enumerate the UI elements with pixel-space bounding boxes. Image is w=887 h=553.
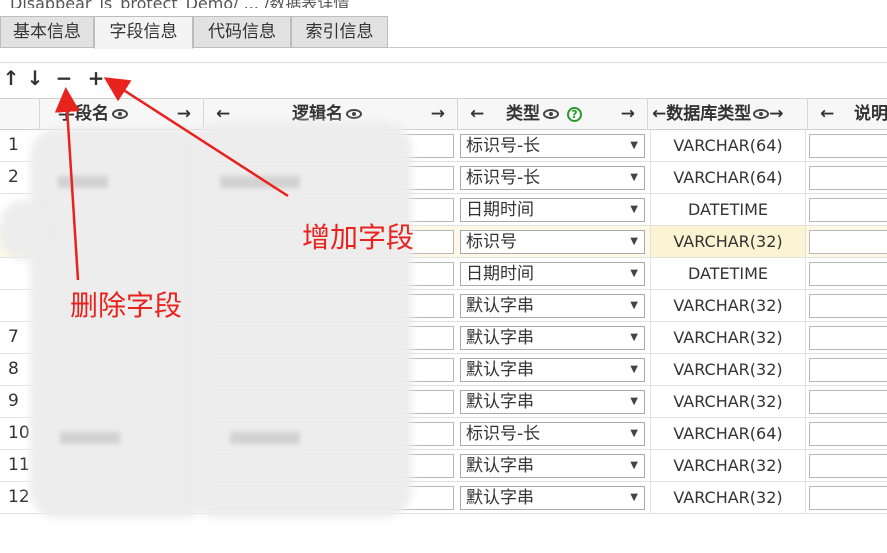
delete-field-annotation: 删除字段: [70, 289, 183, 322]
add-field-arrow: [103, 77, 289, 198]
add-field-annotation: 增加字段: [302, 221, 415, 254]
delete-field-arrow: [54, 87, 80, 281]
annotation-arrows: [54, 77, 289, 281]
